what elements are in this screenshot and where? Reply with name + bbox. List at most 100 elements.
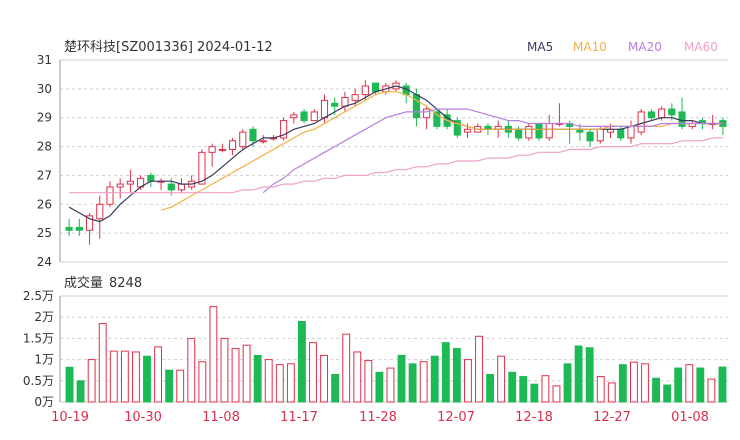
price-tick-label: 25 [37, 226, 52, 240]
volume-bar-down [563, 363, 572, 403]
candle-body-down [249, 128, 257, 142]
stock-chart: 楚环科技[SZ001336] 2024-01-12 MA5 MA10 MA20 … [23, 40, 728, 425]
candle [647, 109, 655, 121]
candle-body-down [300, 111, 308, 122]
date-tick-label: 10-30 [124, 410, 162, 425]
candle [402, 83, 410, 104]
volume-bar-up [386, 367, 395, 403]
volume-bar-up [630, 361, 638, 403]
candle-body-up [228, 140, 237, 150]
candle [106, 181, 114, 208]
candle-body-up [658, 108, 666, 119]
candle [709, 114, 717, 130]
candle [678, 97, 686, 130]
volume-bar-down [674, 367, 683, 403]
candle [637, 109, 645, 136]
volume-bar-up [353, 351, 362, 403]
volume-tick-label: 2万 [34, 310, 54, 324]
candle [157, 178, 165, 190]
candle-body-down [515, 128, 523, 139]
volume-bar-down [143, 355, 151, 403]
candle-body-down [372, 82, 380, 93]
volume-bar-up [541, 375, 550, 403]
candle-body-up [351, 94, 359, 101]
candle [300, 109, 308, 124]
volume-bar-up [98, 323, 107, 403]
candle [627, 120, 635, 144]
candle [515, 126, 523, 141]
ma-legend: MA5 MA10 MA20 MA60 [527, 40, 718, 54]
volume-bar-down [663, 384, 672, 403]
volume-bar-up [220, 337, 229, 403]
volume-bar-down [441, 342, 450, 403]
volume-panel: 0万 0.5万 1万 1.5万 2万 2.5万 [23, 289, 728, 409]
volume-bar-down [652, 377, 660, 403]
candle-body-down [535, 122, 543, 139]
volume-bar-up [120, 350, 129, 403]
date-tick-label: 12-27 [593, 410, 631, 425]
candle [198, 149, 206, 185]
volume-bar-down [165, 369, 174, 403]
volume-bar-up [309, 342, 317, 403]
candle-body-up [106, 186, 114, 205]
volume-bar-down [519, 376, 528, 403]
candle-body-up [341, 97, 349, 107]
candle [688, 120, 696, 130]
volume-value: 8248 [109, 276, 142, 291]
candle-body-up [545, 122, 553, 139]
volume-bar-down [397, 354, 406, 403]
candle-body-up [423, 108, 431, 119]
volume-bar-up [552, 385, 561, 403]
candle [535, 122, 543, 141]
candle-body-down [647, 111, 655, 119]
candle-body-up [320, 99, 329, 119]
volume-bar-up [242, 344, 251, 403]
volume-bar-down [375, 371, 384, 403]
volume-bar-up [475, 335, 483, 403]
volume-bar-up [641, 363, 649, 403]
candle [341, 91, 349, 112]
volume-bar-up [464, 359, 472, 403]
candle [290, 111, 298, 124]
candle-body-down [65, 226, 73, 231]
candle [208, 143, 216, 167]
candle [433, 109, 441, 130]
candle-body-up [208, 146, 216, 153]
volume-bar-up [87, 359, 96, 403]
candle [228, 137, 237, 156]
price-tick-label: 27 [37, 168, 52, 182]
volume-bar-down [298, 320, 306, 403]
candle-body-up [218, 148, 226, 151]
volume-tick-label: 0万 [34, 395, 54, 409]
date-axis: 10-19 10-30 11-08 11-17 11-28 12-07 12-18 12-27… [51, 410, 709, 425]
price-tick-label: 26 [37, 197, 52, 211]
candle-body-up [126, 180, 134, 185]
candle-body-down [617, 128, 625, 139]
date-tick-label: 12-18 [515, 410, 553, 425]
volume-bar-up [419, 361, 428, 403]
candle-body-down [331, 102, 339, 107]
candle-body-down [147, 174, 155, 182]
candle [75, 218, 83, 237]
candle-body-up [637, 111, 645, 133]
candle [423, 106, 431, 130]
candle [719, 117, 727, 136]
candle [96, 195, 104, 239]
candle-body-down [586, 131, 594, 142]
volume-bar-down [585, 347, 594, 403]
date-tick-label: 01-08 [671, 410, 709, 425]
candle [606, 123, 615, 138]
volume-bar-down [253, 354, 262, 403]
candle [453, 117, 461, 138]
volume-bar-down [331, 373, 340, 403]
price-tick-label: 29 [37, 111, 52, 125]
candle [177, 178, 186, 193]
candle-body-up [96, 203, 104, 220]
candle [586, 129, 594, 147]
date-tick-label: 10-19 [51, 410, 89, 425]
candle-body-up [239, 131, 247, 148]
volume-bar-up [209, 306, 218, 403]
candle [280, 117, 288, 141]
volume-bar-up [231, 348, 240, 403]
volume-title: 成交量 [64, 275, 103, 291]
